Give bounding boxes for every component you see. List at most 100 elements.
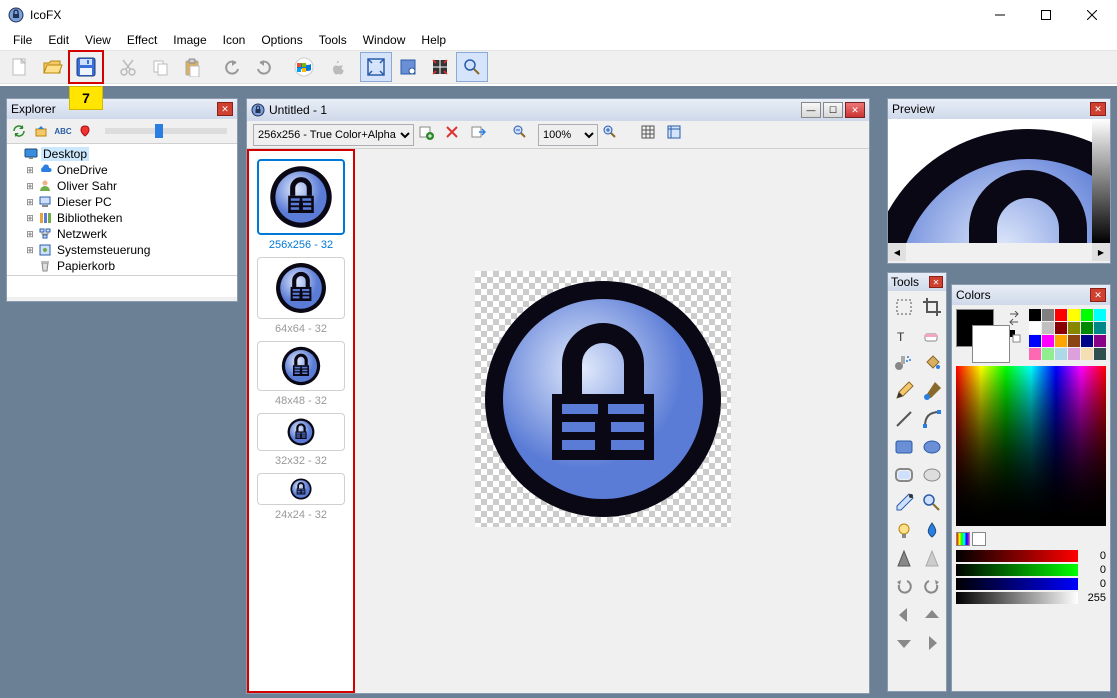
color-swatch[interactable] [1081, 348, 1093, 360]
curve-icon[interactable] [918, 405, 945, 432]
color-swatch[interactable] [1055, 348, 1067, 360]
color-swatch[interactable] [1029, 322, 1041, 334]
brush-icon[interactable] [918, 377, 945, 404]
palette-icon[interactable] [956, 532, 970, 546]
palette-icon-2[interactable] [972, 532, 986, 546]
tree-item[interactable]: Desktop [7, 146, 237, 162]
canvas-area[interactable] [355, 149, 869, 693]
paste-icon[interactable] [176, 52, 208, 82]
g-slider[interactable] [956, 564, 1078, 576]
menu-view[interactable]: View [78, 31, 118, 49]
color-swatch[interactable] [1029, 309, 1041, 321]
color-swatch[interactable] [1094, 322, 1106, 334]
text-icon[interactable]: T [890, 321, 917, 348]
color-swatch[interactable] [1042, 309, 1054, 321]
drop-icon[interactable] [918, 517, 945, 544]
rect-icon[interactable] [890, 433, 917, 460]
color-swatch[interactable] [1094, 335, 1106, 347]
add-format-icon[interactable] [418, 124, 440, 146]
menu-tools[interactable]: Tools [312, 31, 354, 49]
color-swatch[interactable] [1068, 348, 1080, 360]
cut-icon[interactable] [112, 52, 144, 82]
color-swatch[interactable] [1081, 309, 1093, 321]
preview-scroll-h[interactable]: ◀▶ [888, 243, 1110, 261]
tree-item[interactable]: ⊞OneDrive [7, 162, 237, 178]
eraser-icon[interactable] [918, 321, 945, 348]
color-swatch[interactable] [1042, 322, 1054, 334]
gradient-ellipse-icon[interactable] [918, 461, 945, 488]
thumbnail[interactable] [257, 341, 345, 391]
explorer-zoom-slider[interactable] [105, 128, 227, 134]
rotate-right-icon[interactable] [918, 573, 945, 600]
rotate-left-icon[interactable] [890, 573, 917, 600]
new-icon[interactable] [4, 52, 36, 82]
undo-icon[interactable] [216, 52, 248, 82]
thumbnail[interactable] [257, 159, 345, 235]
zoom-out-icon[interactable] [512, 124, 534, 146]
grid-icon[interactable] [424, 52, 456, 82]
blur-icon[interactable] [918, 545, 945, 572]
crop-icon[interactable] [918, 293, 945, 320]
magnify-icon[interactable] [918, 489, 945, 516]
move-right-icon[interactable] [918, 629, 945, 656]
tools-close-icon[interactable]: ✕ [929, 276, 943, 288]
r-slider[interactable] [956, 550, 1078, 562]
actual-size-icon[interactable] [392, 52, 424, 82]
save-icon[interactable] [70, 52, 102, 82]
background-swatch[interactable] [972, 325, 1010, 363]
select-rect-icon[interactable] [890, 293, 917, 320]
tree-item[interactable]: ⊞Dieser PC [7, 194, 237, 210]
open-icon[interactable] [36, 52, 68, 82]
fit-window-icon[interactable] [360, 52, 392, 82]
color-swatch[interactable] [1081, 322, 1093, 334]
sharpen-icon[interactable] [890, 545, 917, 572]
color-swatch[interactable] [1042, 348, 1054, 360]
zoom-select[interactable]: 100% [538, 124, 598, 146]
tree-item[interactable]: ⊞Netzwerk [7, 226, 237, 242]
line-icon[interactable] [890, 405, 917, 432]
color-swatch[interactable] [1068, 309, 1080, 321]
tree-item[interactable]: ⊞Systemsteuerung [7, 242, 237, 258]
toggle-grid-icon[interactable] [640, 124, 662, 146]
thumbnail[interactable] [257, 257, 345, 319]
move-down-icon[interactable] [890, 629, 917, 656]
export-format-icon[interactable] [470, 124, 492, 146]
thumbnail[interactable] [257, 473, 345, 505]
colors-close-icon[interactable]: ✕ [1090, 288, 1106, 302]
apple-icon[interactable] [320, 52, 352, 82]
thumbnail[interactable] [257, 413, 345, 451]
copy-icon[interactable] [144, 52, 176, 82]
tree-item[interactable]: Papierkorb [7, 258, 237, 274]
doc-minimize-icon[interactable]: — [801, 102, 821, 118]
menu-edit[interactable]: Edit [41, 31, 76, 49]
up-folder-icon[interactable] [31, 121, 51, 141]
doc-close-icon[interactable]: ✕ [845, 102, 865, 118]
maximize-button[interactable] [1023, 0, 1069, 30]
color-swatch[interactable] [1068, 322, 1080, 334]
color-swatch[interactable] [1081, 335, 1093, 347]
minimize-button[interactable] [977, 0, 1023, 30]
refresh-icon[interactable] [9, 121, 29, 141]
move-left-icon[interactable] [890, 601, 917, 628]
format-select[interactable]: 256x256 - True Color+Alpha [253, 124, 414, 146]
a-slider[interactable] [956, 592, 1078, 604]
zoom-in-icon[interactable] [602, 124, 624, 146]
color-swatch[interactable] [1068, 335, 1080, 347]
menu-window[interactable]: Window [356, 31, 413, 49]
close-button[interactable] [1069, 0, 1115, 30]
menu-file[interactable]: File [6, 31, 39, 49]
spray-icon[interactable] [890, 349, 917, 376]
canvas[interactable] [475, 271, 731, 527]
favorite-icon[interactable] [75, 121, 95, 141]
eyedropper-icon[interactable] [890, 489, 917, 516]
swatch-grid[interactable] [1029, 309, 1106, 360]
windows-icon[interactable] [288, 52, 320, 82]
zoom-icon[interactable] [456, 52, 488, 82]
swap-colors-icon[interactable] [1007, 311, 1021, 325]
menu-effect[interactable]: Effect [120, 31, 164, 49]
abc-icon[interactable]: ABC [53, 121, 73, 141]
pencil-icon[interactable] [890, 377, 917, 404]
color-picker[interactable] [956, 366, 1106, 526]
color-swatch[interactable] [1094, 348, 1106, 360]
rounded-rect-icon[interactable] [890, 461, 917, 488]
